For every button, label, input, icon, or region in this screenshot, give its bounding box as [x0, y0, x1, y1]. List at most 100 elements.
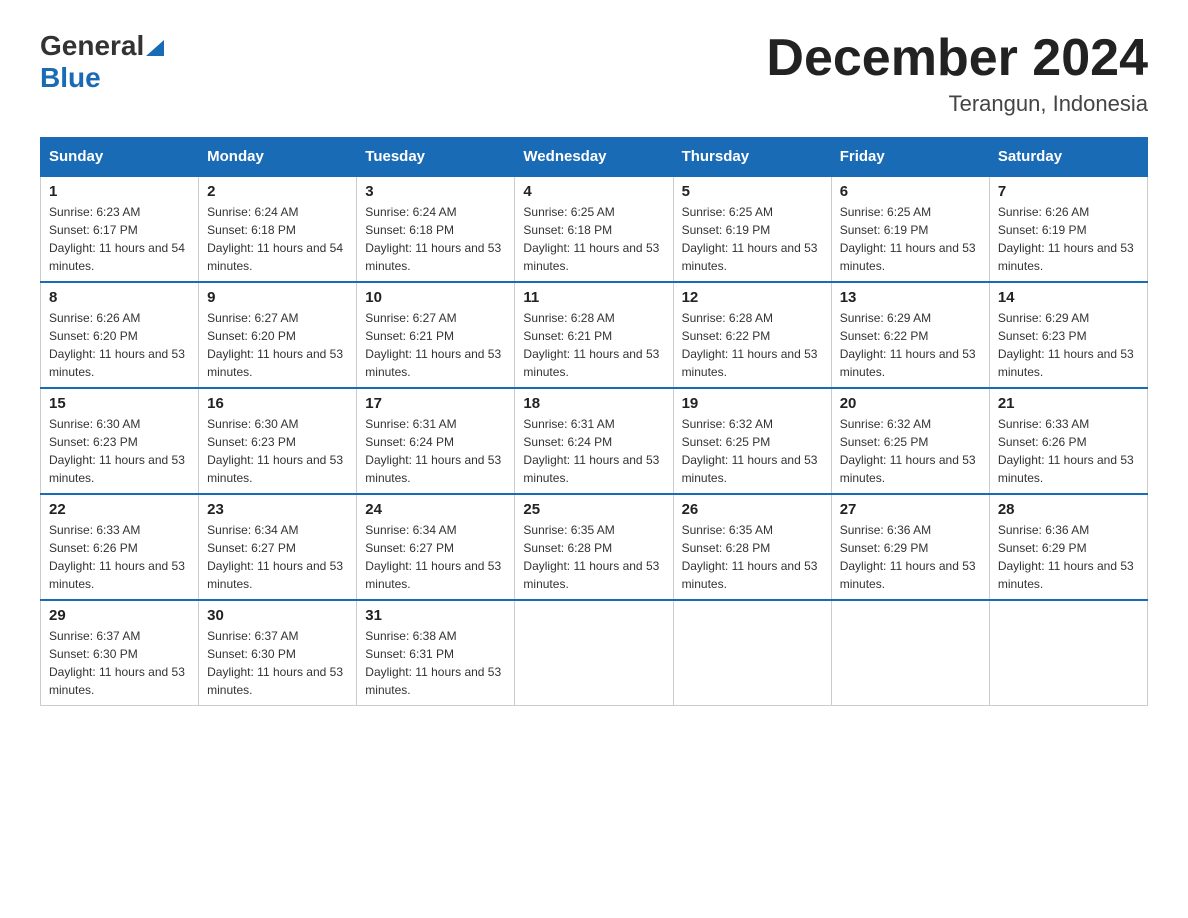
calendar-cell: 9Sunrise: 6:27 AMSunset: 6:20 PMDaylight…	[199, 282, 357, 388]
day-number: 13	[840, 289, 981, 306]
calendar-cell: 8 Sunrise: 6:26 AMSunset: 6:20 PMDaylight…	[41, 282, 199, 388]
column-header-wednesday: Wednesday	[515, 138, 673, 177]
day-number: 4	[523, 183, 664, 200]
calendar-cell	[989, 600, 1147, 706]
calendar-cell: 12Sunrise: 6:28 AMSunset: 6:22 PMDayligh…	[673, 282, 831, 388]
day-info: Sunrise: 6:36 AMSunset: 6:29 PMDaylight:…	[998, 521, 1139, 593]
day-info: Sunrise: 6:25 AMSunset: 6:18 PMDaylight:…	[523, 203, 664, 275]
column-header-sunday: Sunday	[41, 138, 199, 177]
day-number: 27	[840, 501, 981, 518]
day-info: Sunrise: 6:27 AMSunset: 6:20 PMDaylight:…	[207, 309, 348, 381]
logo-arrow-icon	[146, 36, 164, 56]
calendar-cell	[831, 600, 989, 706]
day-info: Sunrise: 6:23 AMSunset: 6:17 PMDaylight:…	[49, 203, 190, 275]
calendar-cell: 19 Sunrise: 6:32 AMSunset: 6:25 PMDayligh…	[673, 388, 831, 494]
logo-blue-text: Blue	[40, 62, 101, 93]
calendar-table: SundayMondayTuesdayWednesdayThursdayFrid…	[40, 137, 1148, 706]
calendar-cell: 2Sunrise: 6:24 AMSunset: 6:18 PMDaylight…	[199, 176, 357, 282]
calendar-header: SundayMondayTuesdayWednesdayThursdayFrid…	[41, 138, 1148, 177]
calendar-cell: 29Sunrise: 6:37 AMSunset: 6:30 PMDayligh…	[41, 600, 199, 706]
day-number: 22	[49, 501, 190, 518]
calendar-cell: 4 Sunrise: 6:25 AMSunset: 6:18 PMDaylight…	[515, 176, 673, 282]
day-info: Sunrise: 6:34 AMSunset: 6:27 PMDaylight:…	[365, 521, 506, 593]
day-info: Sunrise: 6:32 AMSunset: 6:25 PMDaylight:…	[840, 415, 981, 487]
day-number: 8	[49, 289, 190, 306]
day-info: Sunrise: 6:35 AMSunset: 6:28 PMDaylight:…	[523, 521, 664, 593]
calendar-cell: 11 Sunrise: 6:28 AMSunset: 6:21 PMDayligh…	[515, 282, 673, 388]
day-number: 30	[207, 607, 348, 624]
day-number: 25	[523, 501, 664, 518]
day-number: 16	[207, 395, 348, 412]
calendar-cell: 24 Sunrise: 6:34 AMSunset: 6:27 PMDayligh…	[357, 494, 515, 600]
calendar-cell: 21Sunrise: 6:33 AMSunset: 6:26 PMDayligh…	[989, 388, 1147, 494]
calendar-body: 1 Sunrise: 6:23 AMSunset: 6:17 PMDaylight…	[41, 176, 1148, 706]
calendar-cell: 28 Sunrise: 6:36 AMSunset: 6:29 PMDayligh…	[989, 494, 1147, 600]
calendar-week-row: 1 Sunrise: 6:23 AMSunset: 6:17 PMDaylight…	[41, 176, 1148, 282]
day-number: 26	[682, 501, 823, 518]
calendar-cell: 22Sunrise: 6:33 AMSunset: 6:26 PMDayligh…	[41, 494, 199, 600]
title-block: December 2024 Terangun, Indonesia	[766, 30, 1148, 117]
day-number: 17	[365, 395, 506, 412]
day-number: 1	[49, 183, 190, 200]
day-info: Sunrise: 6:27 AMSunset: 6:21 PMDaylight:…	[365, 309, 506, 381]
day-number: 28	[998, 501, 1139, 518]
day-info: Sunrise: 6:26 AMSunset: 6:20 PMDaylight:…	[49, 309, 190, 381]
column-header-thursday: Thursday	[673, 138, 831, 177]
day-number: 14	[998, 289, 1139, 306]
calendar-cell: 20 Sunrise: 6:32 AMSunset: 6:25 PMDayligh…	[831, 388, 989, 494]
calendar-header-row: SundayMondayTuesdayWednesdayThursdayFrid…	[41, 138, 1148, 177]
day-info: Sunrise: 6:28 AMSunset: 6:21 PMDaylight:…	[523, 309, 664, 381]
logo: General Blue	[40, 30, 164, 94]
calendar-cell: 26Sunrise: 6:35 AMSunset: 6:28 PMDayligh…	[673, 494, 831, 600]
day-info: Sunrise: 6:36 AMSunset: 6:29 PMDaylight:…	[840, 521, 981, 593]
day-info: Sunrise: 6:25 AMSunset: 6:19 PMDaylight:…	[682, 203, 823, 275]
calendar-cell: 5 Sunrise: 6:25 AMSunset: 6:19 PMDaylight…	[673, 176, 831, 282]
day-info: Sunrise: 6:31 AMSunset: 6:24 PMDaylight:…	[523, 415, 664, 487]
day-number: 3	[365, 183, 506, 200]
day-number: 18	[523, 395, 664, 412]
calendar-week-row: 29 Sunrise: 6:37 AMSunset: 6:30 PMDayligh…	[41, 600, 1148, 706]
day-number: 24	[365, 501, 506, 518]
column-header-monday: Monday	[199, 138, 357, 177]
day-number: 6	[840, 183, 981, 200]
day-info: Sunrise: 6:26 AMSunset: 6:19 PMDaylight:…	[998, 203, 1139, 275]
day-info: Sunrise: 6:37 AMSunset: 6:30 PMDaylight:…	[207, 627, 348, 699]
calendar-cell: 7 Sunrise: 6:26 AMSunset: 6:19 PMDaylight…	[989, 176, 1147, 282]
calendar-cell: 17 Sunrise: 6:31 AMSunset: 6:24 PMDayligh…	[357, 388, 515, 494]
calendar-cell: 31Sunrise: 6:38 AMSunset: 6:31 PMDayligh…	[357, 600, 515, 706]
day-info: Sunrise: 6:32 AMSunset: 6:25 PMDaylight:…	[682, 415, 823, 487]
calendar-title: December 2024	[766, 30, 1148, 87]
day-number: 5	[682, 183, 823, 200]
calendar-cell: 25 Sunrise: 6:35 AMSunset: 6:28 PMDayligh…	[515, 494, 673, 600]
day-number: 29	[49, 607, 190, 624]
calendar-cell: 13 Sunrise: 6:29 AMSunset: 6:22 PMDayligh…	[831, 282, 989, 388]
day-info: Sunrise: 6:29 AMSunset: 6:23 PMDaylight:…	[998, 309, 1139, 381]
day-info: Sunrise: 6:25 AMSunset: 6:19 PMDaylight:…	[840, 203, 981, 275]
day-number: 20	[840, 395, 981, 412]
day-number: 23	[207, 501, 348, 518]
day-number: 15	[49, 395, 190, 412]
day-number: 21	[998, 395, 1139, 412]
calendar-cell: 18 Sunrise: 6:31 AMSunset: 6:24 PMDayligh…	[515, 388, 673, 494]
column-header-saturday: Saturday	[989, 138, 1147, 177]
day-number: 7	[998, 183, 1139, 200]
calendar-cell: 30 Sunrise: 6:37 AMSunset: 6:30 PMDayligh…	[199, 600, 357, 706]
calendar-cell	[515, 600, 673, 706]
column-header-friday: Friday	[831, 138, 989, 177]
day-number: 19	[682, 395, 823, 412]
day-number: 10	[365, 289, 506, 306]
calendar-cell: 16 Sunrise: 6:30 AMSunset: 6:23 PMDayligh…	[199, 388, 357, 494]
day-info: Sunrise: 6:30 AMSunset: 6:23 PMDaylight:…	[207, 415, 348, 487]
calendar-week-row: 22Sunrise: 6:33 AMSunset: 6:26 PMDayligh…	[41, 494, 1148, 600]
calendar-cell: 10 Sunrise: 6:27 AMSunset: 6:21 PMDayligh…	[357, 282, 515, 388]
calendar-subtitle: Terangun, Indonesia	[766, 91, 1148, 117]
day-number: 31	[365, 607, 506, 624]
calendar-week-row: 8 Sunrise: 6:26 AMSunset: 6:20 PMDaylight…	[41, 282, 1148, 388]
day-info: Sunrise: 6:29 AMSunset: 6:22 PMDaylight:…	[840, 309, 981, 381]
day-info: Sunrise: 6:30 AMSunset: 6:23 PMDaylight:…	[49, 415, 190, 487]
day-number: 11	[523, 289, 664, 306]
calendar-cell: 14 Sunrise: 6:29 AMSunset: 6:23 PMDayligh…	[989, 282, 1147, 388]
page-header: General Blue December 2024 Terangun, Ind…	[40, 30, 1148, 117]
calendar-cell: 6 Sunrise: 6:25 AMSunset: 6:19 PMDaylight…	[831, 176, 989, 282]
day-info: Sunrise: 6:31 AMSunset: 6:24 PMDaylight:…	[365, 415, 506, 487]
